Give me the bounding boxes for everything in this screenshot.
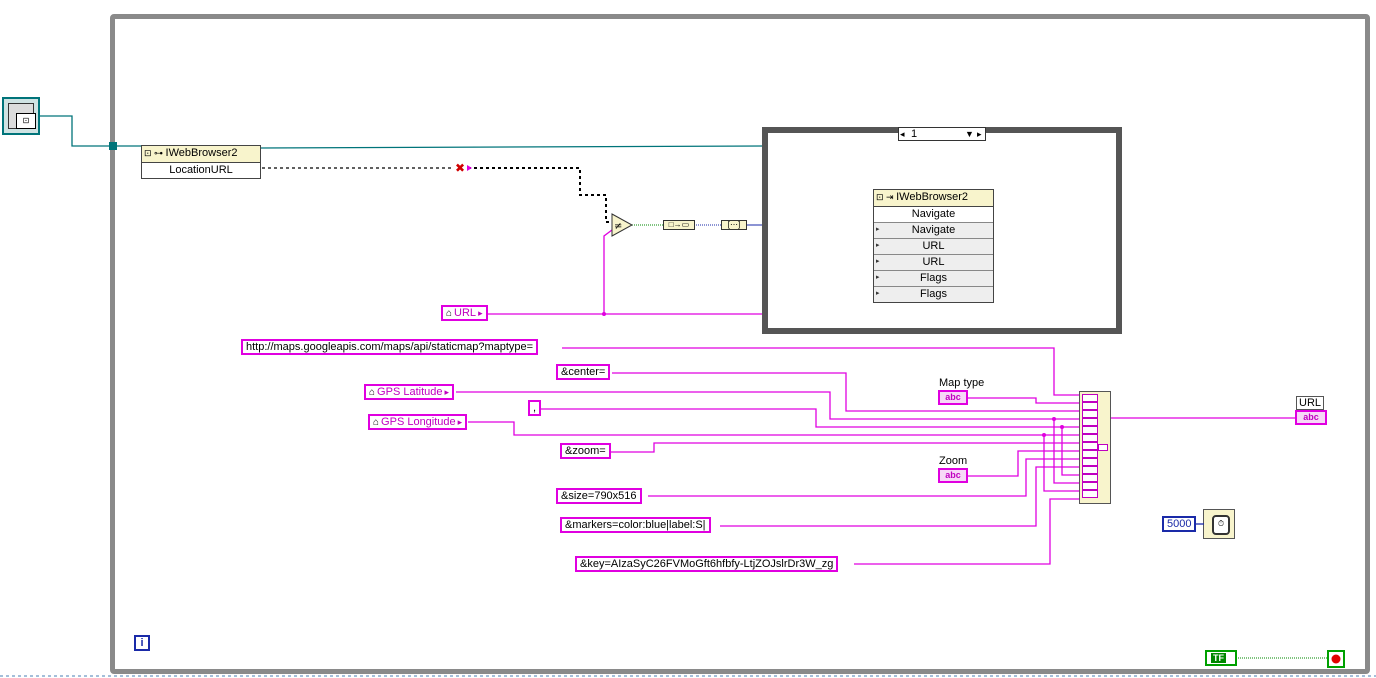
invoke-param-url[interactable]: ▸ URL <box>874 255 993 271</box>
loop-tunnel[interactable] <box>109 142 117 150</box>
chevron-down-icon[interactable]: ▼ <box>965 128 974 140</box>
size-constant[interactable]: &size=790x516 <box>556 488 642 504</box>
invoke-param-label: Flags <box>920 288 947 300</box>
input-arrow-icon: ▸ <box>876 226 880 233</box>
invoke-method[interactable]: Navigate <box>874 207 993 223</box>
concat-input[interactable] <box>1082 402 1098 410</box>
zoom-terminal[interactable]: abc <box>938 468 968 483</box>
zoom-label: Zoom <box>939 455 968 467</box>
invoke-param-label: Navigate <box>911 224 956 236</box>
input-arrow-icon: ▸ <box>876 290 880 297</box>
map-type-terminal[interactable]: abc <box>938 390 968 405</box>
key-constant[interactable]: &key=AIzaSyC26FVMoGft6hfbfy-LtjZOJslrDr3… <box>575 556 839 572</box>
activex-icon-front: ⊡ <box>16 113 36 129</box>
invoke-node-icon: ⊡ ⇥ <box>876 192 897 202</box>
bool-tf-icon: TF <box>1211 653 1226 663</box>
invoke-param-label: Flags <box>920 272 947 284</box>
gps-longitude-control[interactable]: ⌂ GPS Longitude ▸ <box>368 414 468 430</box>
comma-constant[interactable]: , <box>528 400 542 416</box>
markers-constant[interactable]: &markers=color:blue|label:S| <box>560 517 711 533</box>
input-arrow-icon: ▸ <box>876 242 880 249</box>
concat-input[interactable] <box>1082 458 1098 466</box>
to-int-function[interactable]: [⋯] <box>721 220 747 230</box>
invoke-param-flags[interactable]: ▸ Flags <box>874 271 993 287</box>
case-selector-value: 1 <box>911 128 918 140</box>
wait-wire[interactable] <box>1196 520 1204 528</box>
zoom-constant[interactable]: &zoom= <box>560 443 611 459</box>
invoke-node-header: ⊡ ⇥ IWebBrowser2 <box>874 190 993 207</box>
concat-input[interactable] <box>1082 394 1098 402</box>
gps-latitude-label: GPS Latitude <box>377 386 443 398</box>
arrow-right-icon: ▸ <box>457 417 463 427</box>
gps-longitude-label: GPS Longitude <box>381 416 456 428</box>
stop-bool-constant[interactable]: TF <box>1205 650 1237 666</box>
concat-input[interactable] <box>1082 466 1098 474</box>
home-icon: ⌂ <box>369 387 376 398</box>
concat-input[interactable] <box>1082 418 1098 426</box>
invoke-node[interactable]: ⊡ ⇥ IWebBrowser2 Navigate ▸ Navigate ▸ URL… <box>873 189 994 303</box>
invoke-node-class: IWebBrowser2 <box>896 191 969 203</box>
info-icon[interactable]: i <box>134 635 150 651</box>
property-location-url[interactable]: LocationURL <box>142 163 260 178</box>
abc-icon: abc <box>1303 412 1319 422</box>
property-node-icon: ⊡ ⊶ <box>144 148 166 158</box>
abc-icon: abc <box>945 470 961 480</box>
stopwatch-icon: ⏱ <box>1212 515 1230 535</box>
concat-input[interactable] <box>1082 434 1098 442</box>
map-type-label: Map type <box>939 377 985 389</box>
concat-input[interactable] <box>1082 450 1098 458</box>
concat-input[interactable] <box>1082 474 1098 482</box>
increment-icon[interactable]: ▸ <box>977 128 982 140</box>
concat-input[interactable] <box>1082 482 1098 490</box>
base-url-constant[interactable]: http://maps.googleapis.com/maps/api/stat… <box>241 339 539 355</box>
url-indicator[interactable]: abc <box>1295 410 1327 425</box>
wait-function[interactable]: ⏱ <box>1203 509 1235 539</box>
home-icon: ⌂ <box>446 308 453 319</box>
invoke-param-flags[interactable]: ▸ Flags <box>874 287 993 302</box>
property-node-header: ⊡ ⊶ IWebBrowser2 <box>142 146 260 163</box>
input-arrow-icon: ▸ <box>876 258 880 265</box>
concat-input[interactable] <box>1082 490 1098 498</box>
case-selector[interactable]: ◂ 1 ▼ ▸ <box>898 127 986 141</box>
arrow-right-icon: ▸ <box>444 387 450 397</box>
invoke-param-label: URL <box>922 240 945 252</box>
concat-input[interactable] <box>1082 410 1098 418</box>
wait-ms-constant[interactable]: 5000 <box>1162 516 1197 532</box>
home-icon: ⌂ <box>373 417 380 428</box>
concat-input[interactable] <box>1082 442 1098 450</box>
url-control-label: URL <box>454 307 477 319</box>
concat-output-icon <box>1098 444 1108 451</box>
concatenate-strings-function[interactable] <box>1079 391 1111 504</box>
decrement-icon[interactable]: ◂ <box>900 128 905 140</box>
concat-input[interactable] <box>1082 426 1098 434</box>
center-constant[interactable]: &center= <box>556 364 611 380</box>
arrow-right-icon: ▸ <box>478 308 483 318</box>
gps-latitude-control[interactable]: ⌂ GPS Latitude ▸ <box>364 384 455 400</box>
invoke-param-navigate[interactable]: ▸ Navigate <box>874 223 993 239</box>
url-control[interactable]: ⌂ URL ▸ <box>441 305 488 321</box>
property-node[interactable]: ⊡ ⊶ IWebBrowser2 LocationURL <box>141 145 261 179</box>
url-indicator-label: URL <box>1296 396 1325 410</box>
abc-icon: abc <box>945 392 961 402</box>
invoke-param-label: URL <box>922 256 945 268</box>
input-arrow-icon: ▸ <box>876 274 880 281</box>
bool-to-number-function[interactable]: □→▭ <box>663 220 695 230</box>
browser-refnum-terminal[interactable]: ⊡ <box>2 97 40 135</box>
property-node-class: IWebBrowser2 <box>165 147 238 159</box>
invoke-param-url[interactable]: ▸ URL <box>874 239 993 255</box>
